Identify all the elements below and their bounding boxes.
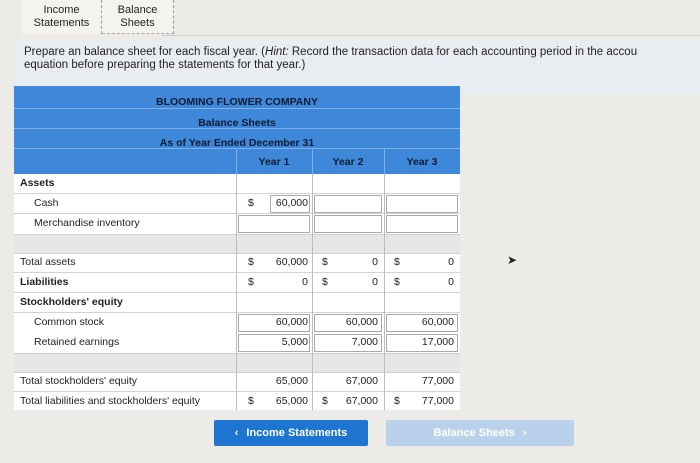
total-le-dollar-1: $ xyxy=(248,395,254,407)
column-divider xyxy=(384,174,385,410)
merch-year3-input[interactable] xyxy=(386,215,458,233)
assets-heading-row: Assets xyxy=(14,174,460,194)
cash-year3-input[interactable] xyxy=(386,195,458,213)
total-le-dollar-2: $ xyxy=(322,395,328,407)
retained-year2-value: 7,000 xyxy=(351,336,378,348)
total-assets-year2: 0 xyxy=(372,256,378,268)
equity-heading: Stockholders' equity xyxy=(20,296,123,308)
total-liabilities-equity-label: Total liabilities and stockholders' equi… xyxy=(20,395,201,407)
total-assets-dollar-3: $ xyxy=(394,256,400,268)
equity-heading-row: Stockholders' equity xyxy=(14,293,460,313)
tab-divider xyxy=(162,35,700,36)
liabilities-year3: 0 xyxy=(448,276,454,288)
prev-income-statements-button[interactable]: ‹ Income Statements xyxy=(214,420,368,446)
separator-row xyxy=(14,353,460,373)
retained-earnings-label: Retained earnings xyxy=(34,336,120,348)
cash-dollar-sign: $ xyxy=(248,197,254,209)
column-divider xyxy=(312,174,313,410)
total-assets-year3: 0 xyxy=(448,256,454,268)
retained-year1-value: 5,000 xyxy=(281,336,308,348)
liabilities-label: Liabilities xyxy=(20,276,69,288)
separator-row xyxy=(14,234,460,254)
tab-label: Balance Sheets xyxy=(117,3,158,29)
total-assets-row: Total assets $ 60,000 $ 0 $ 0 xyxy=(14,253,460,273)
liabilities-dollar-3: $ xyxy=(394,276,400,288)
total-le-year3: 77,000 xyxy=(421,395,454,407)
liabilities-year1: 0 xyxy=(302,276,308,288)
balance-sheet-panel: BLOOMING FLOWER COMPANY Balance Sheets A… xyxy=(14,86,460,410)
cash-year2-input[interactable] xyxy=(314,195,382,213)
year-2-header: Year 2 xyxy=(332,156,364,168)
total-liabilities-equity-row: Total liabilities and stockholders' equi… xyxy=(14,392,460,412)
total-assets-dollar-2: $ xyxy=(322,256,328,268)
tab-balance-sheets[interactable]: Balance Sheets xyxy=(102,0,174,34)
liabilities-row: Liabilities $ 0 $ 0 $ 0 xyxy=(14,273,460,293)
total-assets-label: Total assets xyxy=(20,256,76,268)
year-3-header: Year 3 xyxy=(406,156,438,168)
statement-tabs: Income Statements Balance Sheets xyxy=(22,0,174,36)
total-assets-dollar-1: $ xyxy=(248,256,254,268)
common-stock-label: Common stock xyxy=(34,316,105,328)
balance-sheet-grid: Assets Cash $ 60,000 Merchandise invento… xyxy=(14,174,460,410)
common-year2-value: 60,000 xyxy=(345,316,378,328)
cash-year1-value: 60,000 xyxy=(275,197,308,209)
year-1-header: Year 1 xyxy=(258,156,290,168)
retained-earnings-row: Retained earnings 5,000 7,000 17,000 xyxy=(14,333,460,353)
total-equity-year1: 65,000 xyxy=(275,375,308,387)
total-equity-label: Total stockholders' equity xyxy=(20,375,137,387)
company-name: BLOOMING FLOWER COMPANY xyxy=(156,96,318,108)
merchandise-row: Merchandise inventory xyxy=(14,214,460,234)
total-equity-year2: 67,000 xyxy=(345,375,378,387)
cash-row: Cash $ 60,000 xyxy=(14,194,460,214)
merch-year1-input[interactable] xyxy=(238,215,310,233)
total-equity-row: Total stockholders' equity 65,000 67,000… xyxy=(14,372,460,392)
chevron-right-icon: › xyxy=(522,427,527,439)
common-year1-value: 60,000 xyxy=(275,316,308,328)
total-le-year1: 65,000 xyxy=(275,395,308,407)
assets-heading: Assets xyxy=(20,177,55,189)
total-equity-year3: 77,000 xyxy=(421,375,454,387)
merchandise-label: Merchandise inventory xyxy=(34,217,140,229)
statement-header: BLOOMING FLOWER COMPANY Balance Sheets A… xyxy=(14,86,460,174)
mouse-cursor-icon: ➤ xyxy=(507,253,518,267)
chevron-left-icon: ‹ xyxy=(234,427,239,439)
common-stock-row: Common stock 60,000 60,000 60,000 xyxy=(14,313,460,333)
next-balance-sheets-button[interactable]: Balance Sheets › xyxy=(386,420,574,446)
cash-label: Cash xyxy=(34,197,59,209)
tab-income-statements[interactable]: Income Statements xyxy=(22,0,102,34)
liabilities-dollar-2: $ xyxy=(322,276,328,288)
retained-year3-value: 17,000 xyxy=(421,336,454,348)
common-year3-value: 60,000 xyxy=(421,316,454,328)
liabilities-dollar-1: $ xyxy=(248,276,254,288)
total-assets-year1: 60,000 xyxy=(275,256,308,268)
merch-year2-input[interactable] xyxy=(314,215,382,233)
total-le-year2: 67,000 xyxy=(345,395,378,407)
liabilities-year2: 0 xyxy=(372,276,378,288)
column-divider xyxy=(236,174,237,410)
total-le-dollar-3: $ xyxy=(394,395,400,407)
tab-label: Income Statements xyxy=(33,4,90,29)
